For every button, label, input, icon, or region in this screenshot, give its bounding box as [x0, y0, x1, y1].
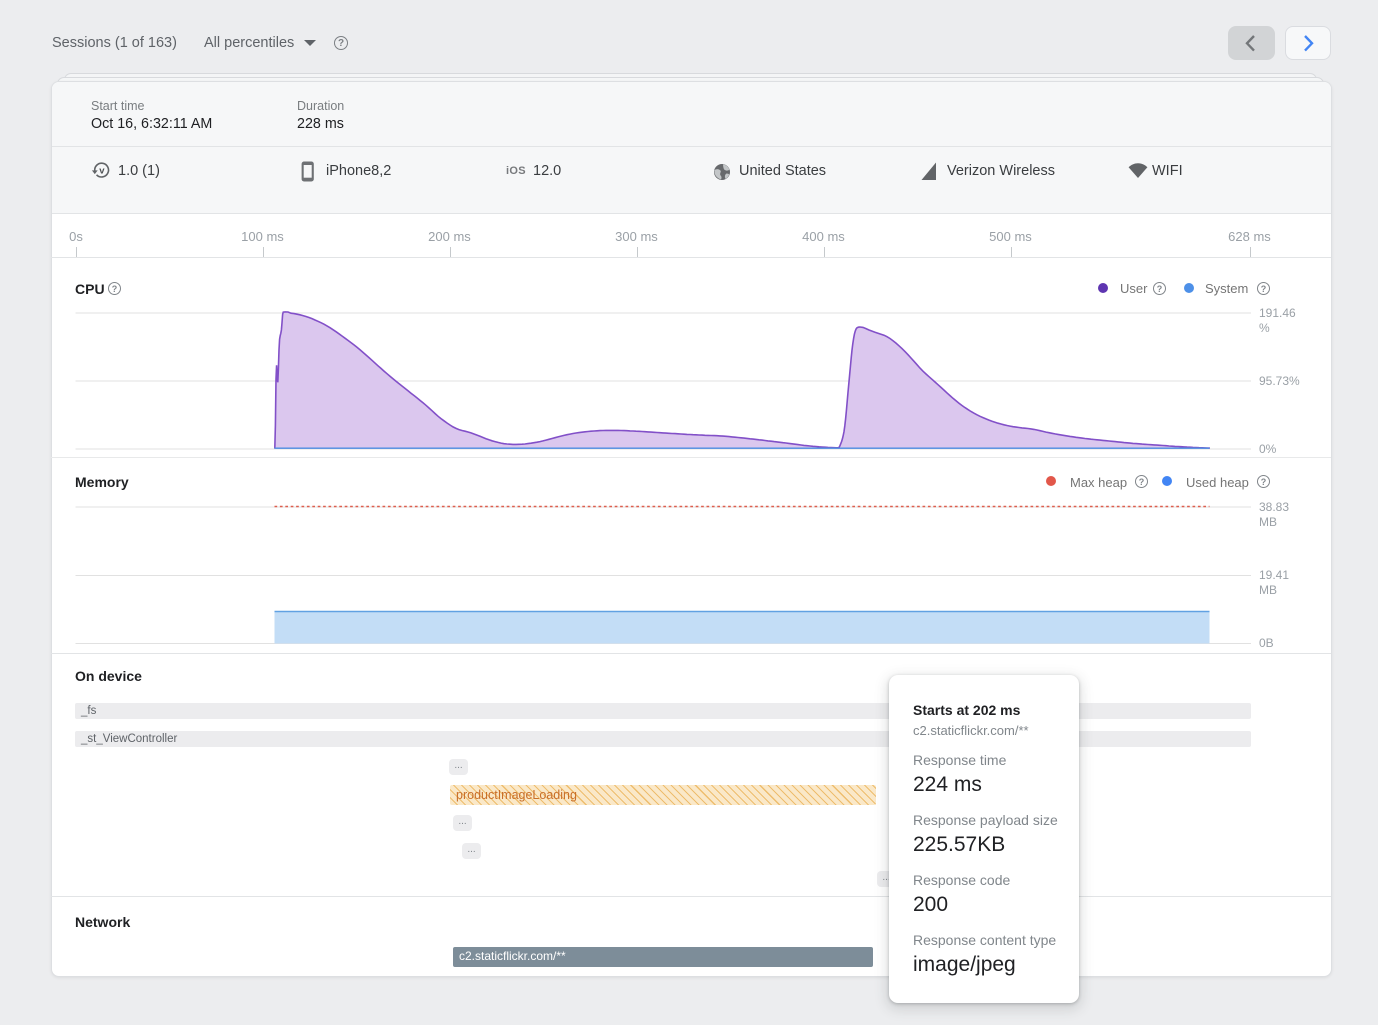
svg-text:v: v [99, 166, 105, 177]
